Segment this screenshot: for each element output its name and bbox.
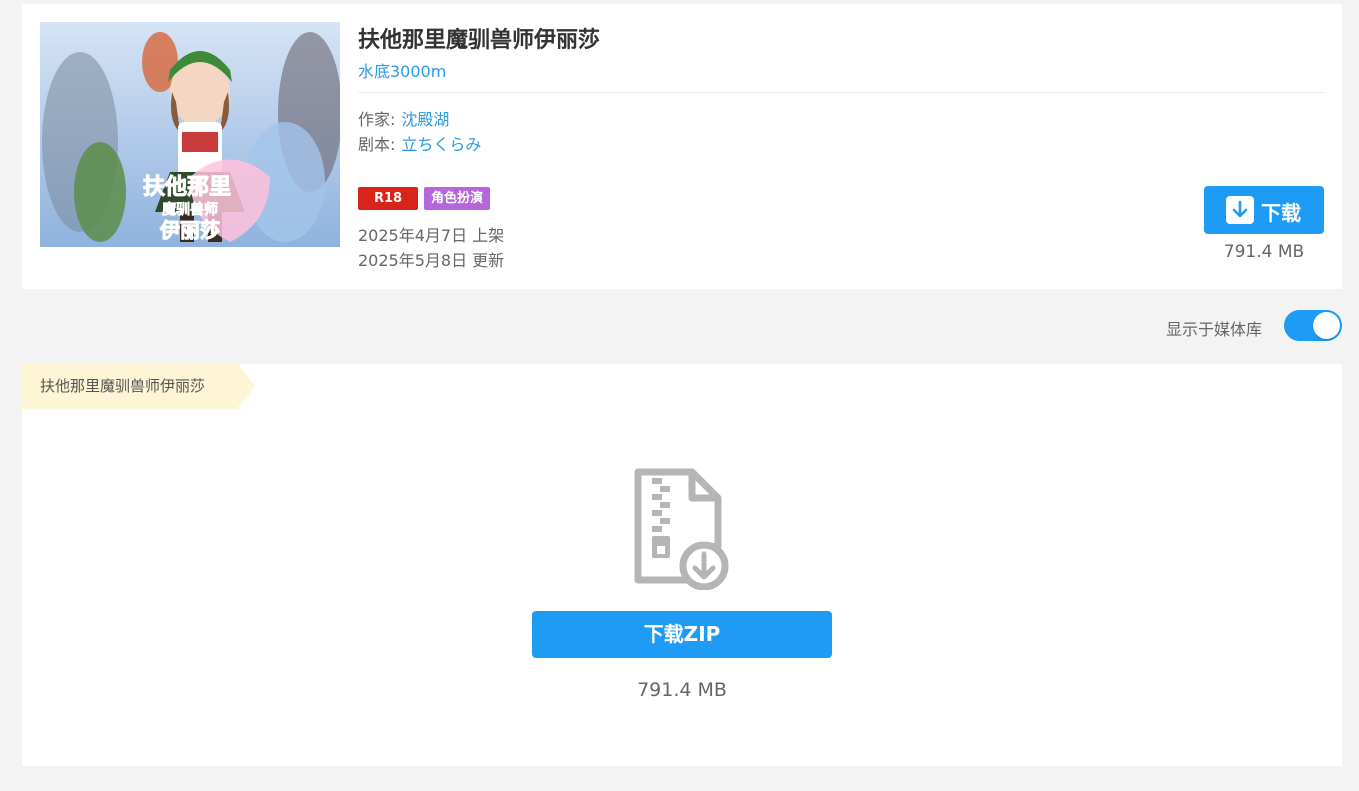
zip-size: 791.4 MB: [637, 679, 727, 701]
download-button-label: 下载: [1261, 201, 1301, 225]
credit-author: 作家: 沈殿湖: [358, 106, 449, 130]
zip-file-icon: [632, 468, 732, 591]
cover-title-line-1: 扶他那里: [143, 175, 231, 200]
circle-link[interactable]: 水底3000m: [358, 58, 446, 82]
cover-image[interactable]: 扶他那里 魔驯兽师 伊丽莎: [40, 22, 340, 247]
library-toggle-label: 显示于媒体库: [1166, 320, 1263, 339]
download-zip-button[interactable]: 下载ZIP: [532, 611, 832, 658]
breadcrumb-arrow: [238, 364, 255, 408]
tag-list: R18 角色扮演: [358, 187, 496, 211]
toggle-knob: [1313, 312, 1340, 339]
library-toggle[interactable]: [1284, 310, 1342, 341]
cover-title-line-3: 伊丽莎: [159, 218, 220, 242]
download-button[interactable]: 下载: [1204, 186, 1324, 234]
file-panel: 扶他那里魔驯兽师伊丽莎 下载ZIP 791.4 MB: [22, 364, 1342, 766]
breadcrumb-folder: 扶他那里魔驯兽师伊丽莎: [40, 377, 206, 395]
credit-script: 剧本: 立ちくらみ: [358, 131, 481, 155]
work-title: 扶他那里魔驯兽师伊丽莎: [358, 28, 601, 53]
credit-author-label: 作家:: [358, 110, 396, 129]
work-card: 扶他那里 魔驯兽师 伊丽莎 扶他那里魔驯兽师伊丽莎 水底3000m 作家: 沈殿湖…: [22, 4, 1342, 289]
download-size: 791.4 MB: [1223, 242, 1305, 262]
tag-genre[interactable]: 角色扮演: [424, 187, 491, 210]
release-date: 2025年4月7日 上架: [358, 226, 505, 245]
work-info: 扶他那里魔驯兽师伊丽莎 水底3000m 作家: 沈殿湖 剧本: 立ちくらみ R18 角…: [358, 22, 1324, 272]
script-link[interactable]: 立ちくらみ: [401, 135, 481, 154]
breadcrumb[interactable]: 扶他那里魔驯兽师伊丽莎: [22, 364, 238, 409]
credit-script-label: 剧本:: [358, 135, 396, 154]
download-arrow-icon: [1226, 196, 1254, 224]
tag-r18[interactable]: R18: [358, 187, 418, 210]
divider: [358, 92, 1324, 93]
cover-title-line-2: 魔驯兽师: [162, 201, 218, 218]
cover-illustration: 扶他那里 魔驯兽师 伊丽莎: [40, 22, 340, 247]
author-link[interactable]: 沈殿湖: [401, 110, 449, 129]
update-date: 2025年5月8日 更新: [358, 251, 505, 270]
